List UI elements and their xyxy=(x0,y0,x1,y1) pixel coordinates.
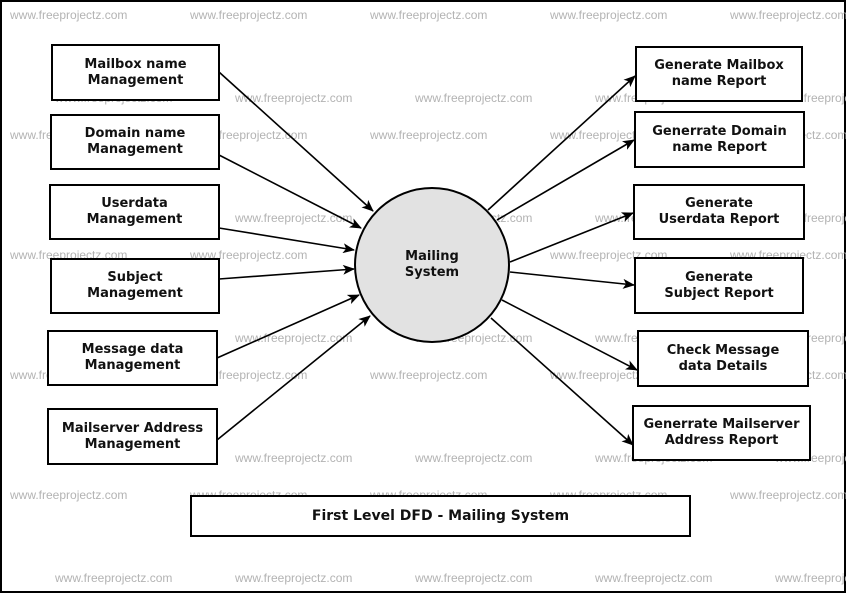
input-entity-userdata-management[interactable]: Userdata Management xyxy=(49,184,220,240)
input-entity-message-data-management[interactable]: Message data Management xyxy=(47,330,218,386)
process-mailing-system[interactable]: Mailing System xyxy=(354,187,510,343)
entity-label: Generrate Mailserver Address Report xyxy=(643,417,800,448)
input-entity-mailbox-name-management[interactable]: Mailbox name Management xyxy=(51,44,220,101)
entity-label: Generate Mailbox name Report xyxy=(654,58,784,89)
flow-arrow-domain-out xyxy=(496,139,635,221)
caption-text: First Level DFD - Mailing System xyxy=(311,508,570,524)
input-entity-mailserver-address-management[interactable]: Mailserver Address Management xyxy=(47,408,218,465)
flow-arrow-userdata-in xyxy=(218,227,355,254)
entity-label: Mailserver Address Management xyxy=(61,420,204,452)
input-entity-domain-name-management[interactable]: Domain name Management xyxy=(50,114,220,170)
flow-arrow-mailserver-out xyxy=(490,317,634,446)
entity-label: Domain name Management xyxy=(84,126,186,157)
flow-arrow-mailbox-out xyxy=(487,75,636,211)
entity-label: Generate Subject Report xyxy=(664,269,774,301)
entity-label: Message data Management xyxy=(81,342,184,373)
output-entity-generate-mailbox-name-report[interactable]: Generate Mailbox name Report xyxy=(635,46,803,102)
entity-label: Generate Userdata Report xyxy=(658,196,780,227)
process-label: Mailing System xyxy=(404,249,460,280)
input-entity-subject-management[interactable]: Subject Management xyxy=(50,258,220,314)
flow-arrow-message-out xyxy=(501,299,638,371)
entity-label: Mailbox name Management xyxy=(84,56,187,88)
entity-label: Subject Management xyxy=(87,270,183,301)
entity-label: Check Message data Details xyxy=(666,342,780,374)
flow-arrow-domain-in xyxy=(218,154,362,229)
flow-arrow-subject-in xyxy=(218,264,355,280)
output-entity-generrate-domain-name-report[interactable]: Generrate Domain name Report xyxy=(634,111,805,168)
flow-arrow-userdata-out xyxy=(509,212,634,263)
diagram-caption: First Level DFD - Mailing System xyxy=(190,495,691,537)
output-entity-generate-userdata-report[interactable]: Generate Userdata Report xyxy=(633,184,805,240)
output-entity-generrate-mailserver-address-report[interactable]: Generrate Mailserver Address Report xyxy=(632,405,811,461)
output-entity-generate-subject-report[interactable]: Generate Subject Report xyxy=(634,257,804,314)
flow-arrow-mailbox-in xyxy=(218,71,374,212)
output-entity-check-message-data-details[interactable]: Check Message data Details xyxy=(637,330,809,387)
flow-arrow-message-in xyxy=(216,294,360,359)
entity-label: Userdata Management xyxy=(86,196,183,227)
entity-label: Generrate Domain name Report xyxy=(652,123,787,155)
flow-arrow-subject-out xyxy=(509,271,635,289)
flow-arrow-mailserver-in xyxy=(216,315,371,441)
